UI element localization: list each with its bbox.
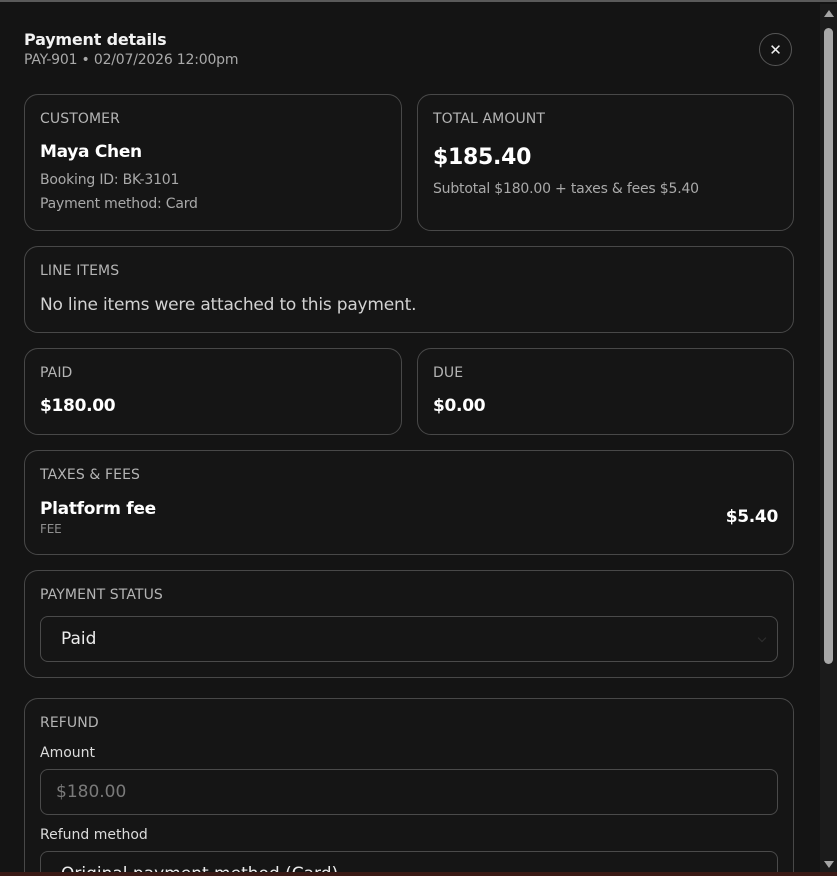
payment-status-card: PAYMENT STATUS Paid — [24, 570, 794, 678]
total-amount-value: $185.40 — [433, 145, 532, 170]
refund-method-label: Refund method — [40, 827, 148, 843]
fee-amount: $5.40 — [725, 507, 779, 527]
total-amount-card: TOTAL AMOUNT $185.40 Subtotal $180.00 + … — [417, 94, 794, 231]
chevron-down-icon — [757, 633, 767, 643]
booking-id: Booking ID: BK-3101 — [40, 172, 180, 188]
total-breakdown: Subtotal $180.00 + taxes & fees $5.40 — [433, 181, 699, 197]
customer-label: CUSTOMER — [40, 111, 120, 127]
fee-name: Platform fee — [40, 499, 156, 519]
line-items-label: LINE ITEMS — [40, 263, 120, 279]
line-items-card: LINE ITEMS No line items were attached t… — [24, 246, 794, 333]
payment-method: Payment method: Card — [40, 196, 198, 212]
close-button[interactable]: ✕ — [759, 33, 792, 66]
paid-label: PAID — [40, 365, 73, 381]
refund-method-value: Original payment method (Card) — [61, 864, 338, 872]
scroll-down-icon[interactable] — [824, 861, 834, 868]
due-amount: $0.00 — [433, 396, 486, 416]
total-amount-label: TOTAL AMOUNT — [433, 111, 546, 127]
scroll-up-icon[interactable] — [824, 10, 834, 17]
taxes-fees-label: TAXES & FEES — [40, 467, 141, 483]
line-items-empty-message: No line items were attached to this paym… — [40, 295, 417, 315]
close-icon: ✕ — [769, 40, 782, 59]
scroll-thumb[interactable] — [824, 28, 833, 664]
refund-amount-input[interactable]: $180.00 — [40, 769, 778, 815]
fee-type: FEE — [40, 522, 62, 536]
modal-header: Payment details PAY-901 • 02/07/2026 12:… — [24, 30, 238, 68]
refund-card: REFUND Amount $180.00 Refund method Orig… — [24, 698, 794, 872]
refund-amount-placeholder: $180.00 — [56, 782, 127, 802]
paid-amount: $180.00 — [40, 396, 116, 416]
payment-subtitle: PAY-901 • 02/07/2026 12:00pm — [24, 52, 239, 68]
payment-details-modal: Payment details PAY-901 • 02/07/2026 12:… — [0, 0, 837, 872]
payment-status-select[interactable]: Paid — [40, 616, 778, 662]
paid-card: PAID $180.00 — [24, 348, 402, 435]
customer-name: Maya Chen — [40, 142, 142, 162]
due-label: DUE — [433, 365, 464, 381]
refund-label: REFUND — [40, 715, 99, 731]
page-title: Payment details — [24, 30, 167, 49]
taxes-fees-card: TAXES & FEES Platform fee FEE $5.40 — [24, 450, 794, 555]
refund-method-select[interactable]: Original payment method (Card) — [40, 851, 778, 872]
payment-status-label: PAYMENT STATUS — [40, 587, 163, 603]
due-card: DUE $0.00 — [417, 348, 794, 435]
payment-status-value: Paid — [61, 629, 97, 649]
refund-amount-label: Amount — [40, 745, 96, 761]
scrollbar[interactable] — [820, 4, 837, 872]
customer-card: CUSTOMER Maya Chen Booking ID: BK-3101 P… — [24, 94, 402, 231]
